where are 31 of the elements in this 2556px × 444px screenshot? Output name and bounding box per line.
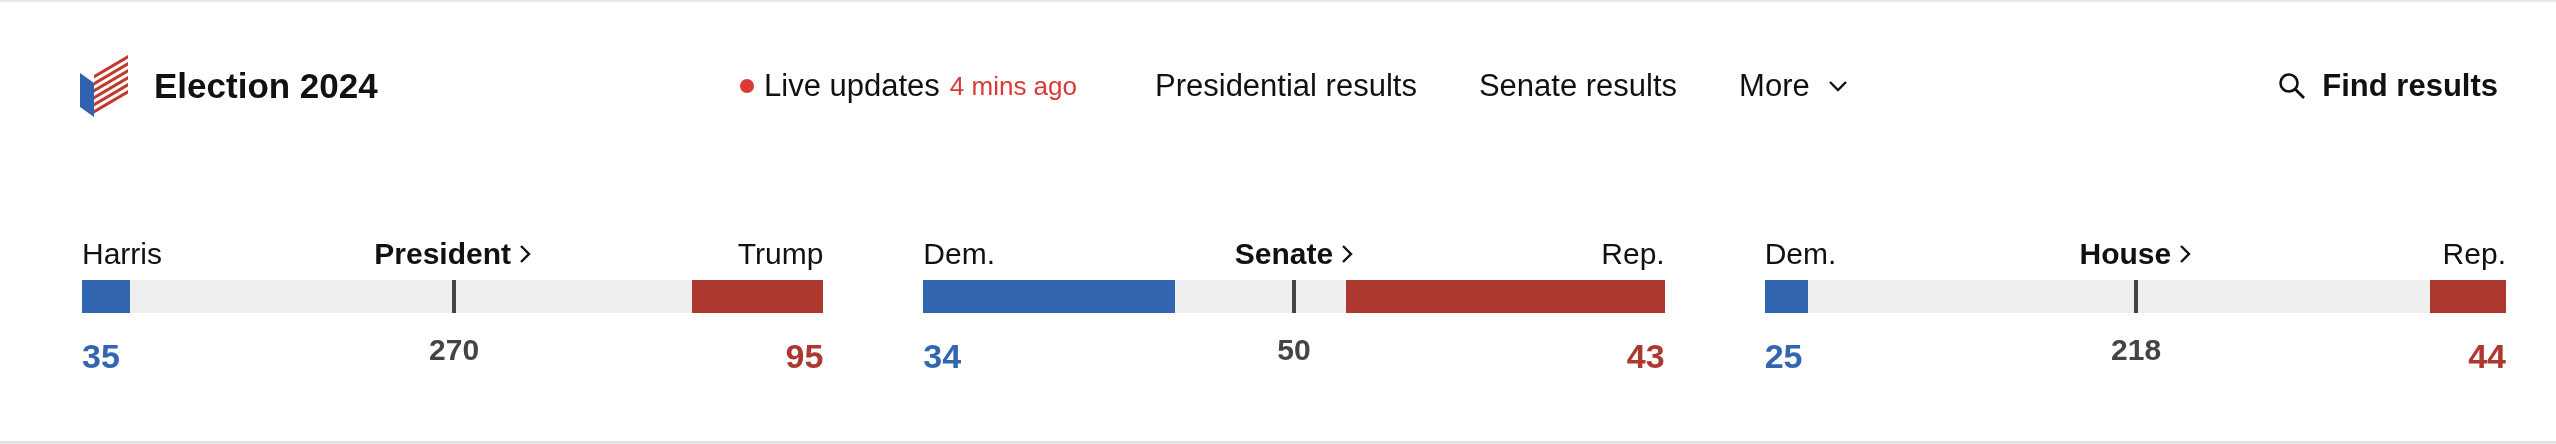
- chevron-right-icon: [2179, 244, 2192, 264]
- majority-threshold: 50: [1277, 333, 1311, 367]
- seat-count: 35: [82, 337, 120, 376]
- site-title: Election 2024: [154, 66, 378, 106]
- candidate-label: Harris: [82, 237, 163, 271]
- candidate-label: Trump: [736, 237, 824, 271]
- nav-link[interactable]: Presidential results: [1155, 68, 1417, 104]
- candidate-label: Dem.: [923, 237, 996, 271]
- candidate-label: Rep.: [2441, 237, 2506, 271]
- race-link[interactable]: President: [374, 237, 531, 271]
- seat-count: 25: [1764, 337, 1803, 376]
- seat-count: 44: [2468, 337, 2506, 376]
- search-icon: [2278, 72, 2307, 100]
- majority-threshold: 218: [2111, 333, 2162, 367]
- nav-link[interactable]: Senate results: [1478, 68, 1678, 104]
- seat-count: 34: [923, 337, 962, 376]
- candidate-label: Rep.: [1600, 237, 1665, 271]
- race-link[interactable]: House: [2079, 237, 2192, 271]
- live-updates-link[interactable]: Live updates 4 mins ago: [740, 68, 1077, 104]
- more-menu-button[interactable]: More: [1739, 68, 1848, 104]
- chevron-down-icon: [1827, 80, 1848, 92]
- flag-logo-icon: [80, 55, 128, 117]
- chevron-right-icon: [519, 244, 531, 264]
- race-link[interactable]: Senate: [1234, 237, 1354, 271]
- candidate-label: Dem.: [1764, 237, 1838, 271]
- majority-threshold: 270: [429, 333, 480, 367]
- find-results-button[interactable]: Find results: [2278, 68, 2498, 104]
- chevron-right-icon: [1341, 244, 1354, 264]
- seat-count: 95: [785, 337, 824, 376]
- seat-count: 43: [1626, 337, 1665, 376]
- live-dot-icon: [740, 79, 754, 93]
